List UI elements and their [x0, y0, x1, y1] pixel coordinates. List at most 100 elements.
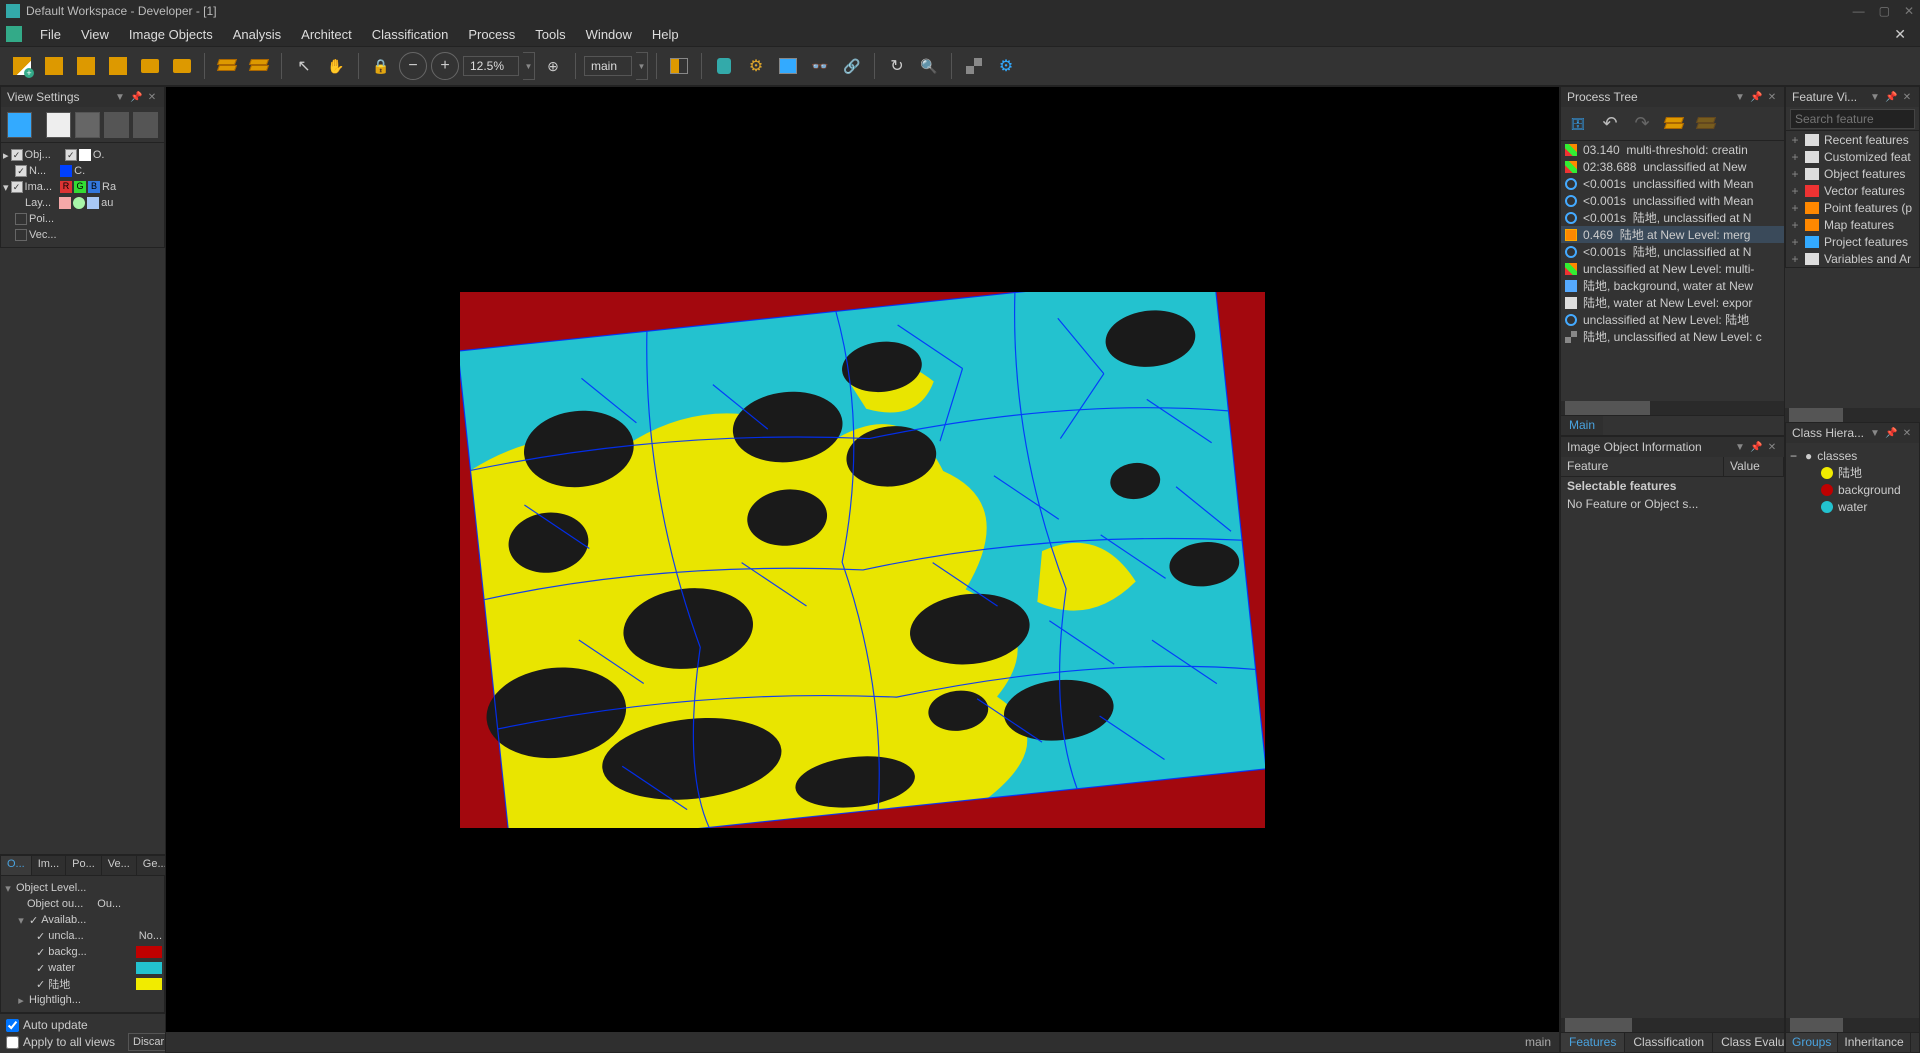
magnifier-button[interactable]: 🔍: [915, 52, 943, 80]
auto-update-checkbox[interactable]: Auto update: [6, 1018, 159, 1032]
zoom-dropdown[interactable]: ▼: [523, 52, 535, 80]
sw-b[interactable]: B: [88, 181, 100, 193]
feature-view-item[interactable]: +Recent features: [1786, 131, 1919, 148]
target-dropdown[interactable]: ▼: [636, 52, 648, 80]
feature-view-item[interactable]: +Vector features: [1786, 182, 1919, 199]
vs-tool-window[interactable]: [46, 112, 71, 138]
gear-button[interactable]: ⚙: [992, 52, 1020, 80]
ch-pin-icon[interactable]: 📌: [1885, 428, 1897, 439]
menu-classification[interactable]: Classification: [362, 24, 459, 45]
cb-vec[interactable]: [15, 229, 27, 241]
process-tree-item[interactable]: <0.001s 陆地, unclassified at N: [1561, 243, 1784, 260]
zoom-out-button[interactable]: −: [399, 52, 427, 80]
glasses-button[interactable]: 👓: [806, 52, 834, 80]
ioi-header[interactable]: Image Object Information ▼📌✕: [1561, 437, 1784, 457]
vs-dropdown-icon[interactable]: ▼: [114, 92, 126, 103]
vs-tool-gray1[interactable]: [75, 112, 100, 138]
process-tree-item[interactable]: 陆地, unclassified at New Level: c: [1561, 328, 1784, 345]
fv-dd-icon[interactable]: ▼: [1869, 92, 1881, 103]
process-tree-item[interactable]: 陆地, water at New Level: expor: [1561, 294, 1784, 311]
class-hierarchy-header[interactable]: Class Hiera... ▼📌✕: [1786, 423, 1919, 443]
feature-view-item[interactable]: +Point features (p: [1786, 199, 1919, 216]
folder-multi-button[interactable]: [168, 52, 196, 80]
grid-settings-button[interactable]: [960, 52, 988, 80]
cb-o[interactable]: ✓: [65, 149, 77, 161]
link-button[interactable]: 🔗: [838, 52, 866, 80]
process-tree-item[interactable]: <0.001s unclassified with Mean: [1561, 175, 1784, 192]
feature-view-header[interactable]: Feature Vi... ▼📌✕: [1786, 87, 1919, 107]
cb-ima[interactable]: ✓: [11, 181, 23, 193]
layer-stack-gear-button[interactable]: [245, 52, 273, 80]
zoom-in-button[interactable]: +: [431, 52, 459, 80]
item-water[interactable]: water: [48, 962, 75, 974]
menu-tools[interactable]: Tools: [525, 24, 575, 45]
process-tree-item[interactable]: 03.140 multi-threshold: creatin: [1561, 141, 1784, 158]
ioi-col-value[interactable]: Value: [1724, 457, 1784, 476]
classification-canvas[interactable]: [460, 292, 1265, 828]
menu-analysis[interactable]: Analysis: [223, 24, 291, 45]
menu-process[interactable]: Process: [458, 24, 525, 45]
zoom-level-field[interactable]: 12.5%: [463, 56, 519, 76]
split-view-button[interactable]: [665, 52, 693, 80]
tab-o[interactable]: O...: [1, 856, 32, 875]
ioi-tab-features[interactable]: Features: [1561, 1033, 1625, 1052]
pt-pin-icon[interactable]: 📌: [1750, 92, 1762, 103]
menu-file[interactable]: File: [30, 24, 71, 45]
feature-view-item[interactable]: +Project features: [1786, 233, 1919, 250]
vs-tool-gray3[interactable]: [133, 112, 158, 138]
object-level-root[interactable]: Object Level...: [16, 882, 86, 894]
feature-view-item[interactable]: +Map features: [1786, 216, 1919, 233]
close-subwindow-button[interactable]: ✕: [1894, 26, 1906, 43]
pt-stack-icon[interactable]: [1663, 113, 1685, 135]
pt-dd-icon[interactable]: ▼: [1734, 92, 1746, 103]
feature-view-item[interactable]: +Customized feat: [1786, 148, 1919, 165]
ioi-h-scrollbar[interactable]: [1561, 1018, 1784, 1032]
ch-tab-groups[interactable]: Groups: [1786, 1033, 1838, 1052]
cb-obj[interactable]: ✓: [11, 149, 23, 161]
classes-root[interactable]: classes: [1817, 449, 1857, 463]
pt-close-icon[interactable]: ✕: [1766, 92, 1778, 103]
process-tree-item[interactable]: <0.001s 陆地, unclassified at N: [1561, 209, 1784, 226]
process-tree-tab-main[interactable]: Main: [1561, 416, 1603, 435]
vs-tool-gray2[interactable]: [104, 112, 129, 138]
class-item[interactable]: water: [1790, 498, 1915, 515]
save-as-button[interactable]: [104, 52, 132, 80]
process-tree-item[interactable]: 02:38.688 unclassified at New: [1561, 158, 1784, 175]
pt-stack2-icon[interactable]: [1695, 113, 1717, 135]
ioi-pin-icon[interactable]: 📌: [1750, 442, 1762, 453]
refresh-button[interactable]: ↻: [883, 52, 911, 80]
save-project-button[interactable]: [72, 52, 100, 80]
ch-h-scrollbar[interactable]: [1786, 1018, 1919, 1032]
cb-avail[interactable]: ✓: [29, 914, 38, 927]
process-tree-header[interactable]: Process Tree ▼📌✕: [1561, 87, 1784, 107]
tab-im[interactable]: Im...: [32, 856, 66, 875]
canvas-viewport[interactable]: main: [165, 86, 1560, 1053]
discard-button[interactable]: Discar: [128, 1033, 169, 1051]
toggle-db-button[interactable]: [710, 52, 738, 80]
new-project-button[interactable]: +: [8, 52, 36, 80]
pt-redo-icon[interactable]: ↷: [1631, 113, 1653, 135]
cb-water[interactable]: ✓: [36, 962, 45, 975]
item-uncla[interactable]: uncla...: [48, 930, 83, 942]
process-tree-item[interactable]: unclassified at New Level: 陆地: [1561, 311, 1784, 328]
pt-undo-icon[interactable]: ↶: [1599, 113, 1621, 135]
menu-help[interactable]: Help: [642, 24, 689, 45]
process-tree-list[interactable]: 03.140 multi-threshold: creatin02:38.688…: [1561, 141, 1784, 401]
vs-close-icon[interactable]: ✕: [146, 92, 158, 103]
ch-tab-inheritance[interactable]: Inheritance: [1838, 1033, 1910, 1052]
process-tree-item[interactable]: <0.001s unclassified with Mean: [1561, 192, 1784, 209]
item-backg[interactable]: backg...: [48, 946, 87, 958]
cb-backg[interactable]: ✓: [36, 946, 45, 959]
feature-view-list[interactable]: +Recent features+Customized feat+Object …: [1786, 131, 1919, 267]
fit-view-button[interactable]: ⊕: [539, 52, 567, 80]
sw-g[interactable]: G: [74, 181, 86, 193]
cb-poi[interactable]: [15, 213, 27, 225]
feature-view-item[interactable]: +Object features: [1786, 165, 1919, 182]
layer-stack-button[interactable]: [213, 52, 241, 80]
feature-search-input[interactable]: [1790, 109, 1915, 129]
ioi-dd-icon[interactable]: ▼: [1734, 442, 1746, 453]
tab-ve[interactable]: Ve...: [102, 856, 137, 875]
sw-r[interactable]: R: [60, 181, 72, 193]
menu-image-objects[interactable]: Image Objects: [119, 24, 223, 45]
cb-n[interactable]: ✓: [15, 165, 27, 177]
